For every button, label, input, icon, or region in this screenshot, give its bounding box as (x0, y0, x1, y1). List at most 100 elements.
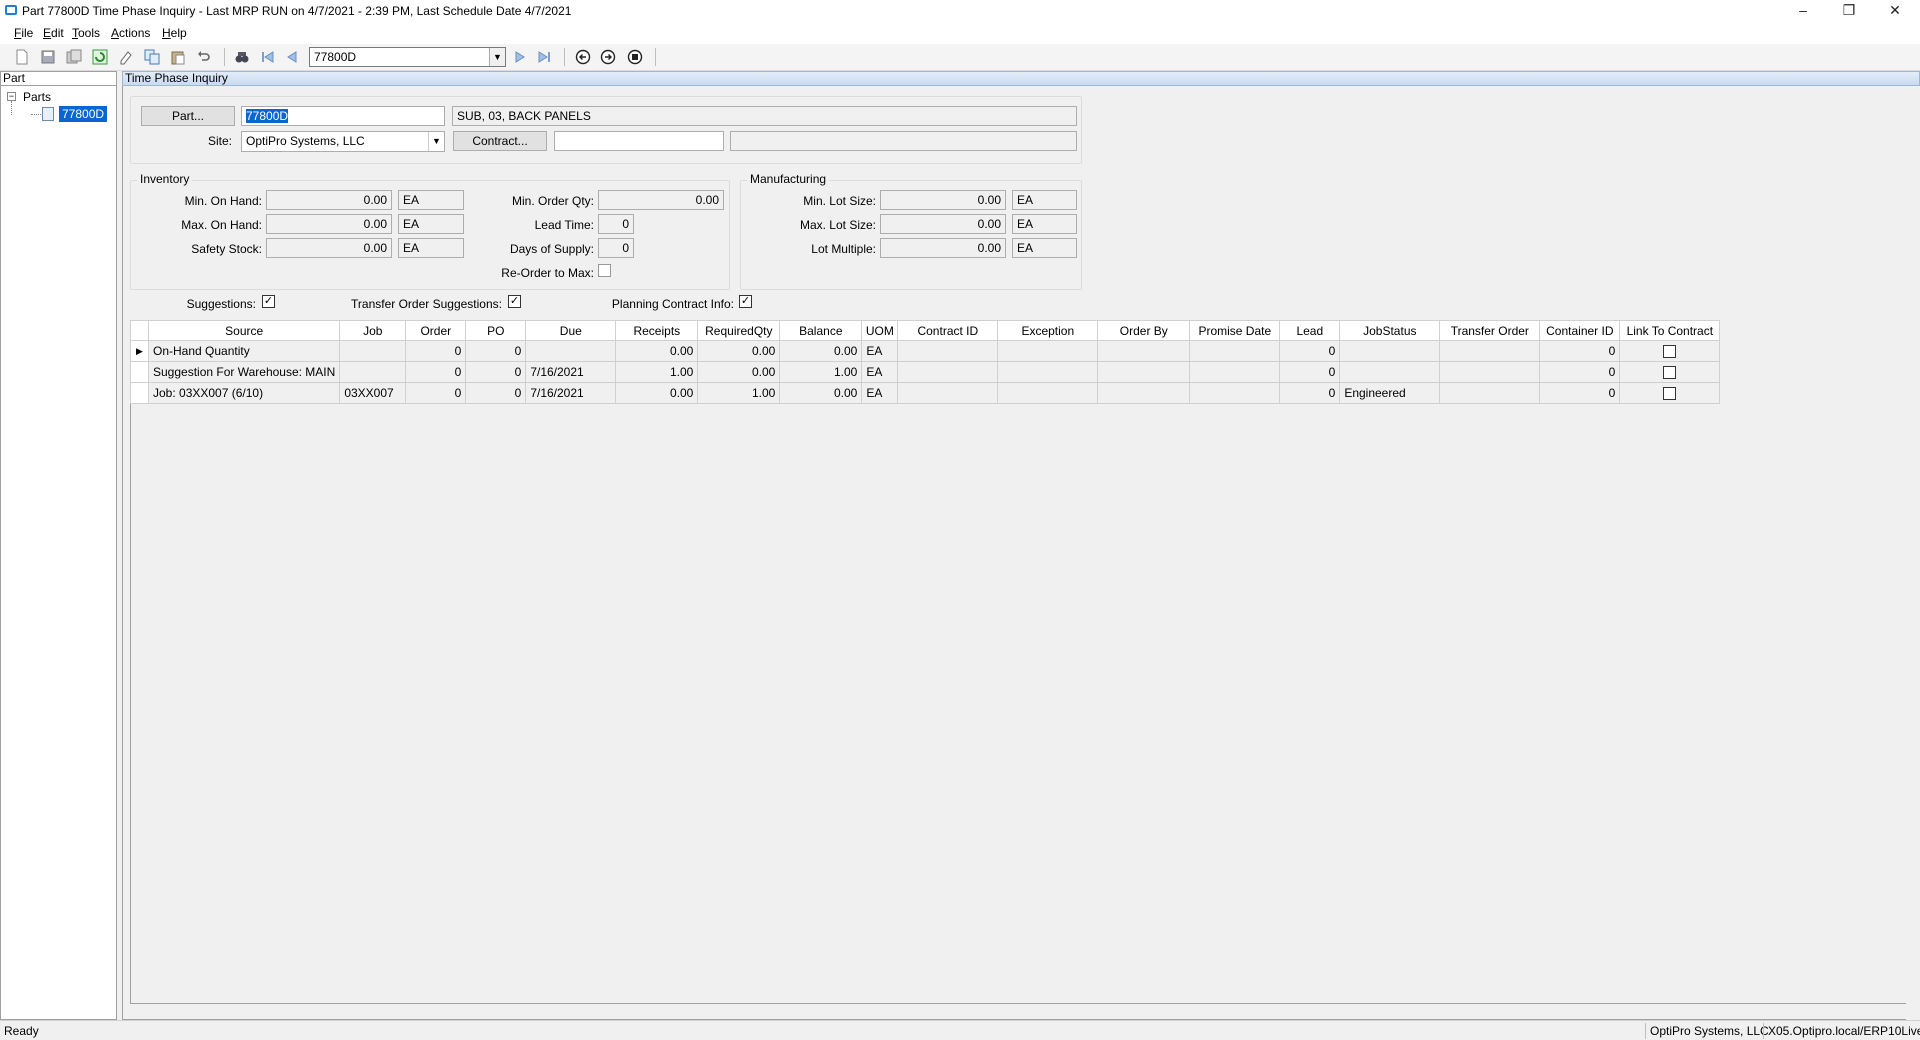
contract-button[interactable]: Contract... (453, 131, 547, 151)
contract-input[interactable] (554, 131, 724, 151)
column-header-due[interactable]: Due (525, 320, 617, 341)
column-header-lead[interactable]: Lead (1279, 320, 1341, 341)
menu-tools[interactable]: Tools (72, 26, 100, 40)
cell-order: 0 (405, 382, 467, 404)
chevron-down-icon[interactable]: ▼ (428, 132, 444, 151)
save-all-icon[interactable] (66, 49, 82, 65)
cell-container-id: 0 (1539, 382, 1621, 404)
cell-order-by (1097, 382, 1191, 404)
cell-lead: 0 (1279, 361, 1341, 383)
column-header-receipts[interactable]: Receipts (615, 320, 699, 341)
column-header-job[interactable]: Job (339, 320, 407, 341)
window-title: Part 77800D Time Phase Inquiry - Last MR… (22, 4, 572, 18)
column-header-order[interactable]: Order (405, 320, 467, 341)
save-icon[interactable] (40, 49, 56, 65)
tree-node-parts[interactable]: Parts (23, 90, 51, 104)
table-row[interactable]: ▶ On-Hand Quantity 0 0 0.00 0.00 0.00 EA… (130, 340, 1721, 362)
status-server: X05.Optipro.local/ERP10Live (1768, 1024, 1920, 1038)
part-navigation-combo[interactable]: 77800D ▼ (309, 47, 506, 67)
column-header-job-status[interactable]: JobStatus (1339, 320, 1441, 341)
column-header-balance[interactable]: Balance (779, 320, 863, 341)
new-icon[interactable] (14, 49, 30, 65)
link-to-contract-checkbox[interactable] (1663, 366, 1677, 380)
grid-header-row: Source Job Order PO Due Receipts Require… (130, 320, 1721, 341)
chevron-down-icon[interactable]: ▼ (489, 48, 505, 66)
cell-due: 7/16/2021 (525, 382, 617, 404)
forward-icon[interactable] (600, 49, 616, 65)
cell-job-status: Engineered (1339, 382, 1441, 404)
main-panel-title: Time Phase Inquiry (125, 71, 228, 85)
undo-icon[interactable] (196, 49, 212, 65)
safety-stock-label: Safety Stock: (191, 242, 262, 256)
min-lot-size-field: 0.00 (880, 190, 1006, 210)
previous-record-icon[interactable] (284, 49, 300, 65)
cell-required-qty: 0.00 (697, 340, 781, 362)
close-button[interactable]: ✕ (1872, 0, 1918, 22)
main-panel-header: Time Phase Inquiry (122, 71, 1920, 86)
part-input[interactable]: 77800D (241, 106, 445, 126)
column-header-exception[interactable]: Exception (997, 320, 1099, 341)
planning-contract-info-checkbox[interactable]: ✓ (739, 295, 752, 308)
reorder-to-max-checkbox[interactable] (598, 264, 611, 277)
min-on-hand-label: Min. On Hand: (184, 194, 262, 208)
minimize-button[interactable]: – (1780, 0, 1826, 22)
table-row[interactable]: Job: 03XX007 (6/10) 03XX007 0 0 7/16/202… (130, 382, 1721, 404)
toolbar: 77800D ▼ (0, 44, 1920, 71)
column-header-po[interactable]: PO (465, 320, 527, 341)
tree-collapse-icon[interactable]: − (7, 92, 16, 101)
cell-promise-date (1189, 382, 1281, 404)
cell-receipts: 1.00 (615, 361, 699, 383)
column-header-required-qty[interactable]: RequiredQty (697, 320, 781, 341)
cell-job (339, 361, 407, 383)
document-icon (42, 107, 54, 121)
menu-file[interactable]: File (14, 26, 33, 40)
part-button[interactable]: Part... (141, 106, 235, 126)
suggestions-checkbox[interactable]: ✓ (262, 295, 275, 308)
link-to-contract-checkbox[interactable] (1663, 387, 1677, 401)
cell-job-status (1339, 361, 1441, 383)
refresh-icon[interactable] (92, 49, 108, 65)
column-header-promise-date[interactable]: Promise Date (1189, 320, 1281, 341)
cell-source: Suggestion For Warehouse: MAIN (147, 361, 341, 383)
toolbar-separator (224, 48, 225, 66)
clear-icon[interactable] (118, 49, 134, 65)
menu-help[interactable]: Help (162, 26, 187, 40)
restore-button[interactable]: ❐ (1826, 0, 1872, 22)
cell-container-id: 0 (1539, 361, 1621, 383)
cell-uom: EA (861, 340, 899, 362)
first-record-icon[interactable] (260, 49, 276, 65)
last-record-icon[interactable] (536, 49, 552, 65)
table-row[interactable]: Suggestion For Warehouse: MAIN 0 0 7/16/… (130, 361, 1721, 383)
column-header-order-by[interactable]: Order By (1097, 320, 1191, 341)
link-to-contract-checkbox[interactable] (1663, 345, 1677, 359)
part-description-field: SUB, 03, BACK PANELS (452, 106, 1077, 126)
cell-link-to-contract (1619, 382, 1721, 404)
menu-edit[interactable]: Edit (43, 26, 64, 40)
grid-area (130, 320, 1908, 1004)
cell-transfer-order (1439, 361, 1541, 383)
column-header-contract-id[interactable]: Contract ID (897, 320, 999, 341)
cell-exception (997, 340, 1099, 362)
part-tree-panel: − Parts 77800D (0, 86, 117, 1020)
cell-promise-date (1189, 361, 1281, 383)
cell-link-to-contract (1619, 361, 1721, 383)
column-header-container-id[interactable]: Container ID (1539, 320, 1621, 341)
column-header-link-to-contract[interactable]: Link To Contract (1619, 320, 1721, 341)
column-header-uom[interactable]: UOM (861, 320, 899, 341)
copy-icon[interactable] (144, 49, 160, 65)
search-icon[interactable] (234, 49, 250, 65)
status-bar: Ready OptiPro Systems, LLC X05.Optipro.l… (0, 1020, 1920, 1040)
stop-icon[interactable] (627, 49, 643, 65)
menu-actions[interactable]: Actions (111, 26, 150, 40)
cell-receipts: 0.00 (615, 382, 699, 404)
tree-node-part[interactable]: 77800D (59, 106, 108, 122)
inventory-group-title: Inventory (137, 172, 193, 186)
transfer-order-suggestions-checkbox[interactable]: ✓ (508, 295, 521, 308)
column-header-source[interactable]: Source (147, 320, 341, 341)
column-header-transfer-order[interactable]: Transfer Order (1439, 320, 1541, 341)
next-record-icon[interactable] (512, 49, 528, 65)
site-select[interactable]: OptiPro Systems, LLC ▼ (241, 131, 445, 152)
cell-exception (997, 361, 1099, 383)
paste-icon[interactable] (170, 49, 186, 65)
back-icon[interactable] (575, 49, 591, 65)
